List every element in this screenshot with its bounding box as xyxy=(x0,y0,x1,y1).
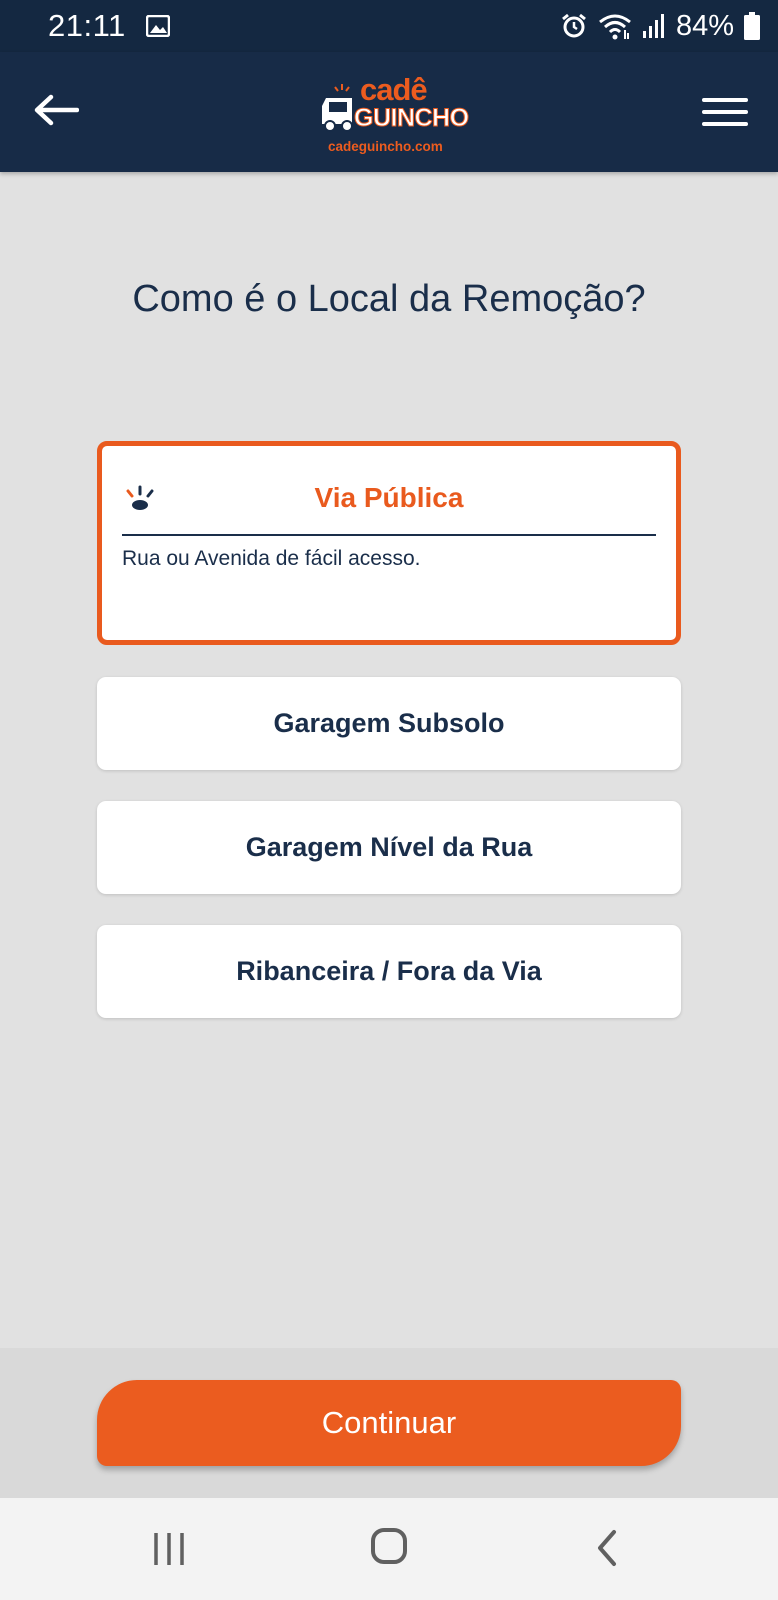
image-icon xyxy=(145,15,170,37)
status-time: 21:11 xyxy=(48,8,126,43)
hamburger-line xyxy=(702,110,748,114)
back-button[interactable] xyxy=(30,88,82,132)
nav-back-icon[interactable] xyxy=(592,1528,620,1568)
option-title: Via Pública xyxy=(314,482,464,513)
option-label: Garagem Nível da Rua xyxy=(245,832,533,862)
logo-url: cadeguincho.com xyxy=(328,139,443,154)
option-garagem-nivel-rua[interactable]: Garagem Nível da Rua xyxy=(97,801,681,894)
back-arrow-icon xyxy=(34,94,79,126)
option-via-publica-selected[interactable]: Via Pública Rua ou Avenida de fácil aces… xyxy=(97,441,681,645)
option-label: Garagem Subsolo xyxy=(273,708,505,738)
divider xyxy=(122,534,656,536)
option-ribanceira[interactable]: Ribanceira / Fora da Via xyxy=(97,925,681,1018)
logo-text-main: GUINCHO xyxy=(354,104,470,133)
home-icon[interactable] xyxy=(370,1526,408,1566)
option-description: Rua ou Avenida de fácil acesso. xyxy=(122,547,421,570)
wifi-icon xyxy=(599,14,631,40)
page-title: Como é o Local da Remoção? xyxy=(132,278,646,320)
recents-icon[interactable] xyxy=(152,1531,186,1567)
screen: 21:11 84% cadê GUINCHO cadeguincho.com C… xyxy=(0,0,778,1600)
app-logo: cadê GUINCHO cadeguincho.com xyxy=(320,72,470,162)
hamburger-line xyxy=(702,122,748,126)
continue-button[interactable]: Continuar xyxy=(97,1380,681,1466)
battery-icon xyxy=(744,12,760,40)
logo-text-top: cadê xyxy=(360,72,428,107)
app-header: cadê GUINCHO cadeguincho.com xyxy=(0,52,778,172)
hamburger-menu-icon xyxy=(702,98,748,102)
option-garagem-subsolo[interactable]: Garagem Subsolo xyxy=(97,677,681,770)
menu-button[interactable] xyxy=(702,92,748,132)
status-icons: 84% xyxy=(560,10,760,43)
system-nav-bar xyxy=(0,1498,778,1600)
battery-percent: 84% xyxy=(675,9,734,42)
signal-icon xyxy=(642,14,664,38)
option-label: Ribanceira / Fora da Via xyxy=(236,956,542,986)
status-bar: 21:11 84% xyxy=(0,0,778,52)
alarm-icon xyxy=(562,13,586,38)
